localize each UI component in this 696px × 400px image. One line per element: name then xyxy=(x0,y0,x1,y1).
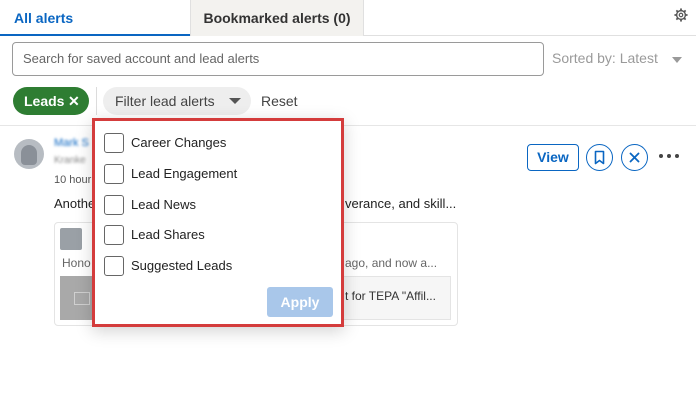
filter-option-label: Suggested Leads xyxy=(131,258,233,273)
checkbox[interactable] xyxy=(104,164,124,184)
filter-option-label: Lead Engagement xyxy=(131,166,238,181)
more-options-icon[interactable] xyxy=(658,148,680,164)
post-author-thumbnail xyxy=(60,228,82,250)
alert-tabs: All alerts Bookmarked alerts (0) xyxy=(0,0,696,36)
divider xyxy=(96,87,97,115)
caret-down-icon xyxy=(229,98,241,104)
close-icon xyxy=(629,152,640,163)
apply-button[interactable]: Apply xyxy=(267,287,333,317)
post-text-end: ago, and now a... xyxy=(345,256,438,270)
dismiss-button[interactable] xyxy=(621,144,648,171)
linked-content-title: t for TEPA "Affil... xyxy=(345,289,436,303)
checkbox[interactable] xyxy=(104,195,124,215)
chip-label: Leads xyxy=(24,93,65,109)
checkbox[interactable] xyxy=(104,133,124,153)
gear-icon[interactable] xyxy=(674,8,688,22)
avatar[interactable] xyxy=(14,139,44,169)
sort-dropdown[interactable]: Sorted by: Latest xyxy=(552,50,658,66)
close-icon[interactable]: ✕ xyxy=(68,87,80,115)
chevron-down-icon xyxy=(672,57,682,63)
leads-filter-chip[interactable]: Leads ✕ xyxy=(13,87,89,115)
view-button[interactable]: View xyxy=(527,144,579,171)
reset-button[interactable]: Reset xyxy=(261,93,298,109)
filter-button-label: Filter lead alerts xyxy=(115,93,215,109)
tab-all-alerts[interactable]: All alerts xyxy=(0,0,190,36)
filter-lead-alerts-menu: Career Changes Lead Engagement Lead News… xyxy=(92,118,344,327)
filter-option-label: Lead News xyxy=(131,197,197,212)
search-input[interactable]: Search for saved account and lead alerts xyxy=(12,42,544,76)
tab-bookmarked-alerts[interactable]: Bookmarked alerts (0) xyxy=(190,0,364,36)
post-text-start: Hono xyxy=(62,256,91,270)
alert-timestamp: 10 hour xyxy=(54,174,92,186)
filter-lead-alerts-button[interactable]: Filter lead alerts xyxy=(103,87,251,115)
filter-option-label: Lead Shares xyxy=(131,227,205,242)
bookmark-button[interactable] xyxy=(586,144,613,171)
checkbox[interactable] xyxy=(104,225,124,245)
checkbox[interactable] xyxy=(104,256,124,276)
bookmark-icon xyxy=(594,150,605,165)
lead-subtitle: Kranke xyxy=(54,155,86,166)
filter-option-label: Career Changes xyxy=(131,135,227,150)
alert-text-start: Anothe xyxy=(54,196,96,211)
alert-text-end: verance, and skill... xyxy=(345,196,457,211)
lead-name[interactable]: Mark S xyxy=(54,137,89,149)
